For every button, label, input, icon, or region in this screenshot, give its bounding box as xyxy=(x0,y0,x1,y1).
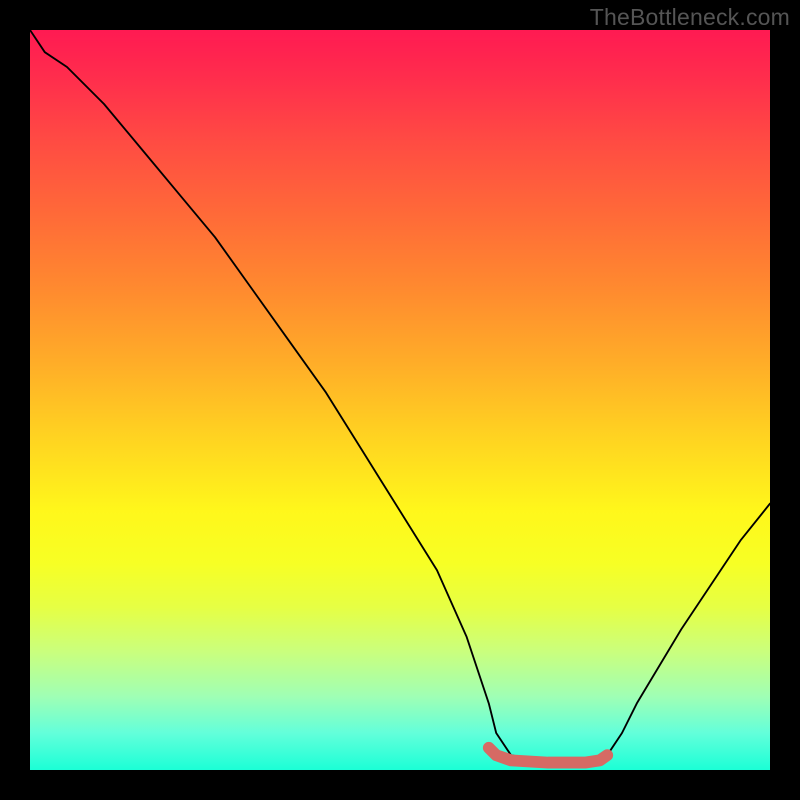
bottleneck-curve xyxy=(30,30,770,763)
chart-container: TheBottleneck.com xyxy=(0,0,800,800)
plot-area xyxy=(30,30,770,770)
curve-svg xyxy=(30,30,770,770)
watermark-text: TheBottleneck.com xyxy=(590,4,790,31)
